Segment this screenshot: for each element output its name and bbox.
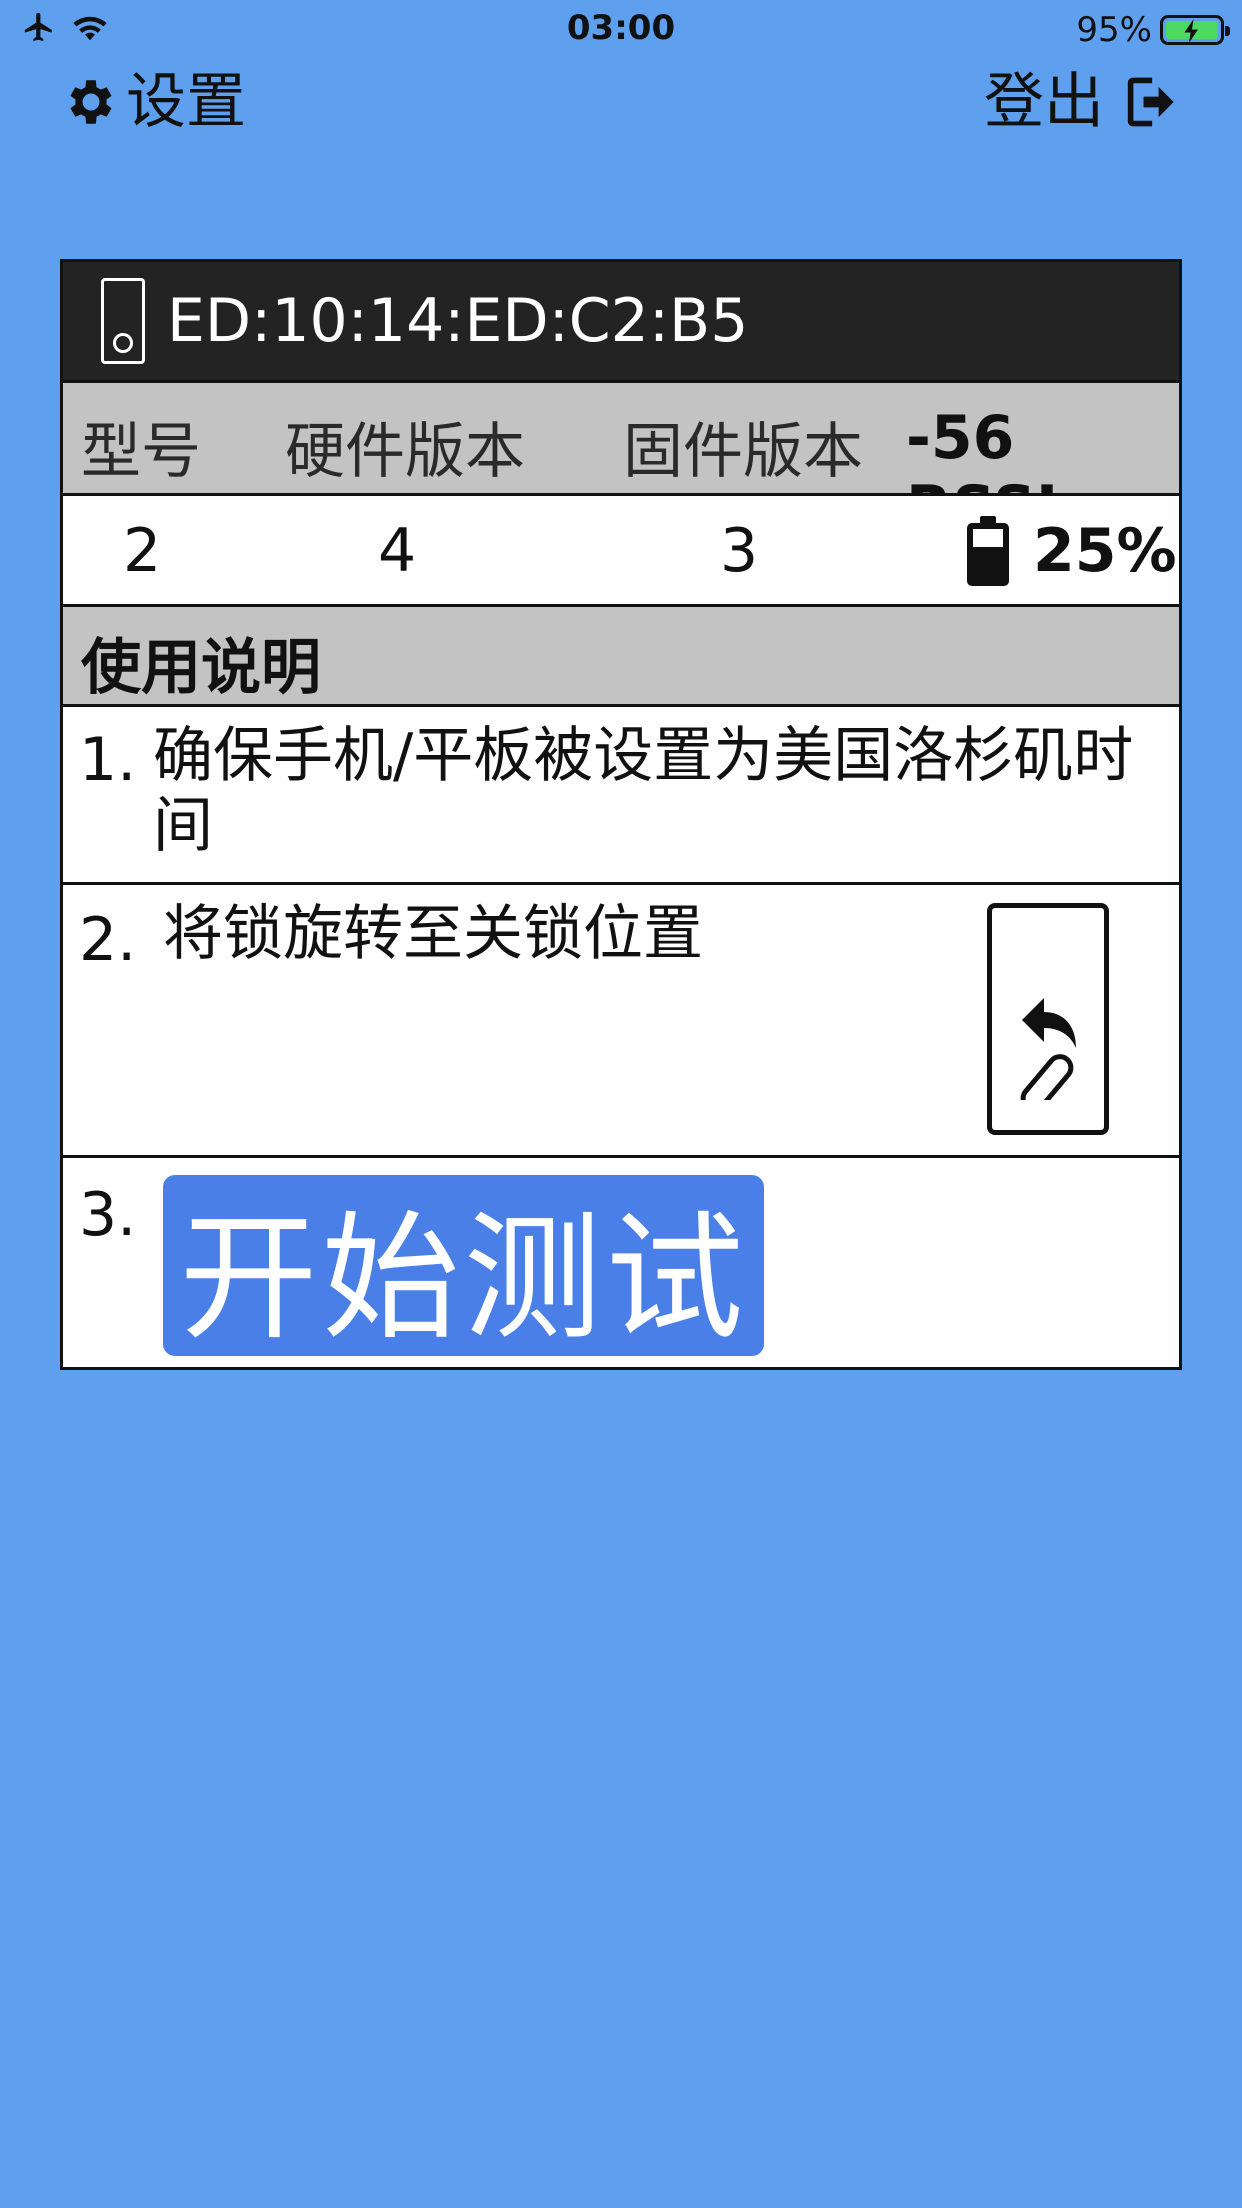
settings-label: 设置 bbox=[126, 67, 246, 137]
step-2: 2. 将锁旋转至关锁位置 bbox=[60, 885, 1182, 1158]
info-header-row: 型号 硬件版本 固件版本 -56 RSSI bbox=[60, 383, 1182, 543]
battery-charging-icon bbox=[1160, 15, 1230, 45]
step-text: 将锁旋转至关锁位置 bbox=[163, 899, 703, 969]
settings-button[interactable]: 设置 bbox=[62, 62, 246, 142]
start-test-button[interactable]: 开始测试 bbox=[163, 1175, 764, 1359]
hardware-value: 4 bbox=[378, 516, 417, 586]
step-number: 2. bbox=[79, 905, 137, 975]
usage-header: 使用说明 bbox=[60, 607, 1182, 707]
step-1: 1. 确保手机/平板被设置为美国洛杉矶时间 bbox=[60, 707, 1182, 885]
battery-icon bbox=[967, 516, 1009, 586]
lock-device-icon bbox=[101, 278, 145, 364]
status-bar: 03:00 95% bbox=[0, 0, 1242, 60]
rotate-lock-illustration bbox=[987, 903, 1109, 1135]
model-value: 2 bbox=[123, 516, 162, 586]
rotate-arrow-icon bbox=[1020, 998, 1076, 1100]
hardware-header: 硬件版本 bbox=[285, 417, 525, 487]
gear-icon bbox=[70, 80, 112, 124]
firmware-value: 3 bbox=[720, 516, 759, 586]
logout-icon bbox=[1127, 77, 1174, 127]
logout-button[interactable]: 登出 bbox=[984, 62, 1176, 142]
firmware-header: 固件版本 bbox=[623, 417, 863, 487]
usage-title: 使用说明 bbox=[81, 633, 321, 703]
step-number: 1. bbox=[79, 725, 137, 795]
device-header: ED:10:14:ED:C2:B5 bbox=[60, 259, 1182, 383]
model-header: 型号 bbox=[81, 417, 201, 487]
status-time: 03:00 bbox=[566, 8, 676, 48]
start-test-label: 开始测试 bbox=[179, 1197, 748, 1359]
info-values-row: 2 4 3 25% bbox=[60, 496, 1182, 607]
logout-label: 登出 bbox=[984, 67, 1104, 137]
battery-level: 25% bbox=[1033, 516, 1177, 586]
step-text: 确保手机/平板被设置为美国洛杉矶时间 bbox=[153, 721, 1134, 861]
battery-percent: 95% bbox=[1076, 10, 1152, 50]
device-id: ED:10:14:ED:C2:B5 bbox=[167, 286, 749, 356]
status-right: 95% bbox=[1076, 10, 1230, 50]
step-3: 3. 开始测试 bbox=[60, 1158, 1182, 1370]
step-number: 3. bbox=[79, 1180, 137, 1250]
